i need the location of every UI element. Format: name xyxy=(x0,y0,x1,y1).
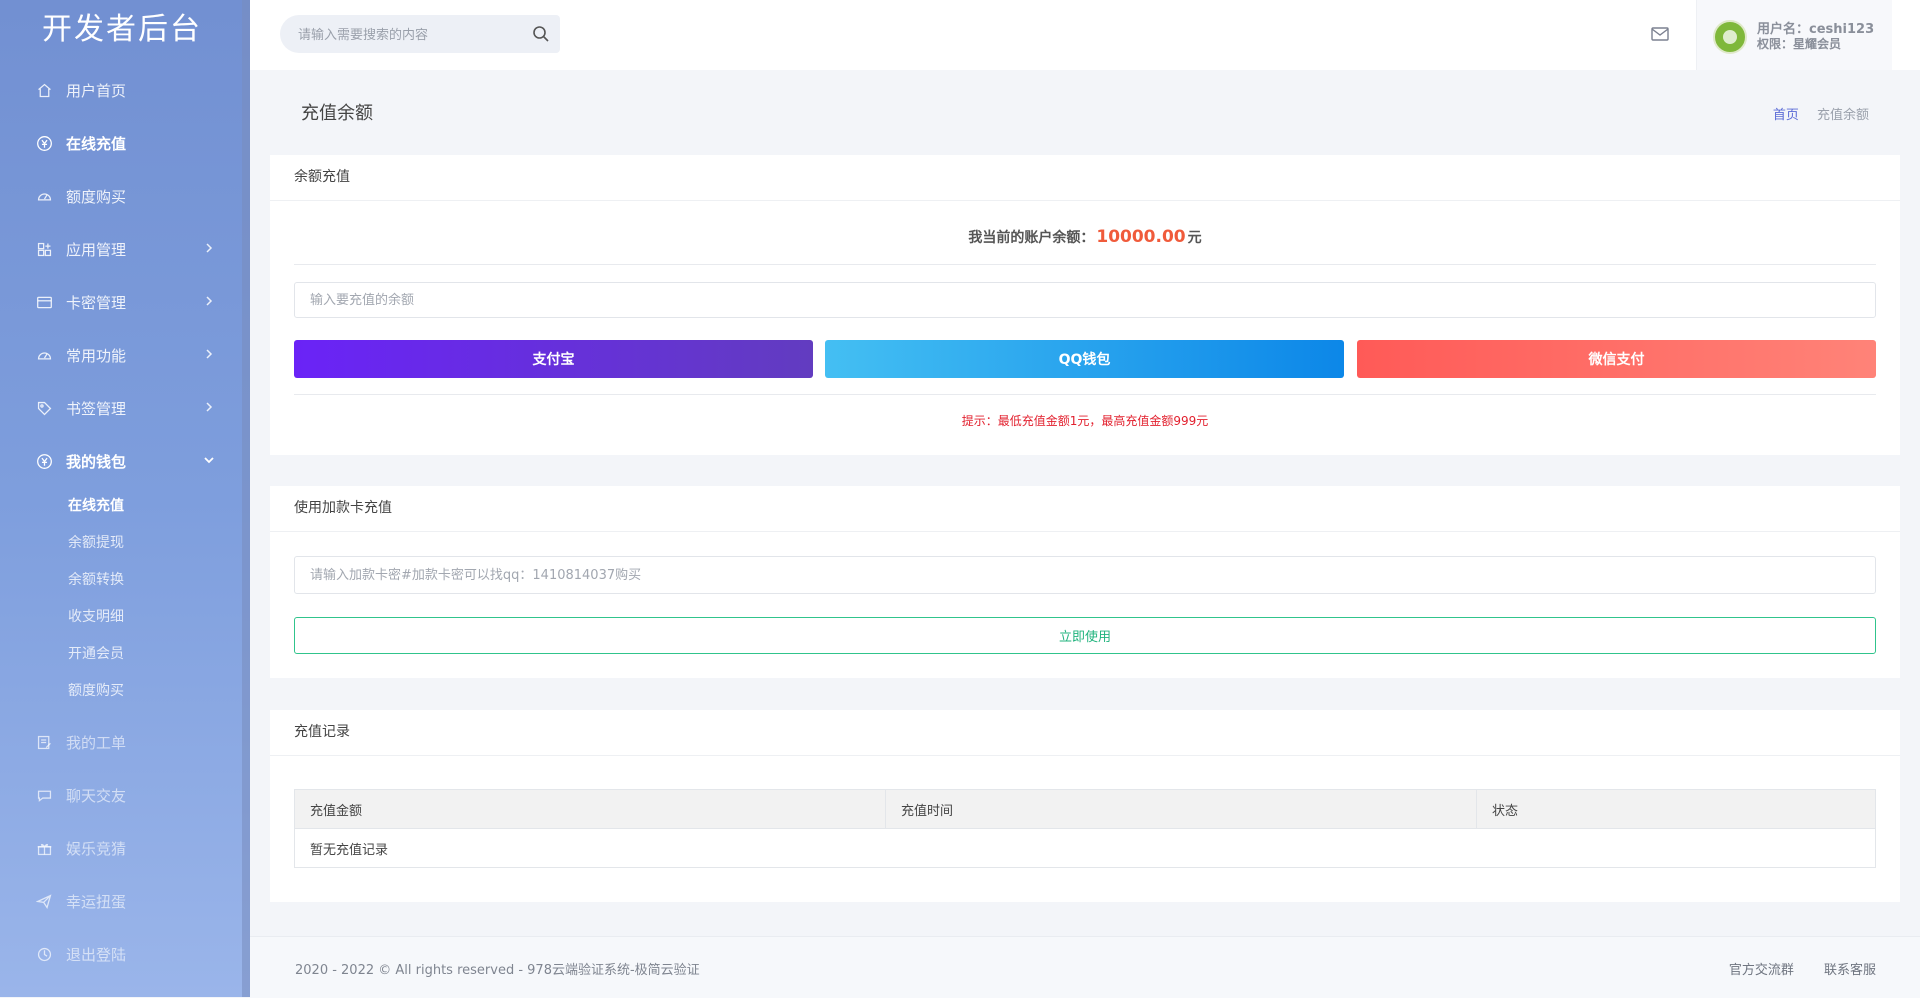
sidebar-item-label: 额度购买 xyxy=(66,188,127,206)
sidebar-item-label: 我的工单 xyxy=(66,734,127,752)
sidebar-item-label: 娱乐竞猜 xyxy=(66,840,127,858)
sidebar-item-label: 在线充值 xyxy=(66,135,127,153)
sidebar-item-app-management[interactable]: 应用管理 xyxy=(0,223,250,276)
chevron-right-icon xyxy=(206,402,213,412)
brand-title: 开发者后台 xyxy=(42,12,202,47)
balance-display: 我当前的账户余额： 10000.00 元 xyxy=(270,227,1900,247)
home-icon xyxy=(34,81,54,101)
chat-icon xyxy=(34,786,54,806)
gift-icon xyxy=(34,839,54,859)
sidebar-item-my-tickets[interactable]: 我的工单 xyxy=(0,716,250,769)
chevron-right-icon xyxy=(206,349,213,359)
gauge-icon xyxy=(34,346,54,366)
sidebar-scrollbar[interactable] xyxy=(242,0,250,997)
sidebar-item-user-home[interactable]: 用户首页 xyxy=(0,64,250,117)
divider xyxy=(294,264,1876,265)
sidebar-item-chat[interactable]: 聊天交友 xyxy=(0,769,250,822)
tag-icon xyxy=(34,399,54,419)
column-header-time: 充值时间 xyxy=(885,789,1477,829)
balance-label: 我当前的账户余额： xyxy=(968,230,1095,246)
breadcrumb-home-link[interactable]: 首页 xyxy=(1773,108,1799,123)
card-recharge-card: 使用加款卡充值 立即使用 xyxy=(270,486,1900,678)
chevron-right-icon xyxy=(206,296,213,306)
submenu-item-withdraw[interactable]: 余额提现 xyxy=(0,525,250,562)
sidebar-item-label: 书签管理 xyxy=(66,400,127,418)
submenu-item-transactions[interactable]: 收支明细 xyxy=(0,599,250,636)
chevron-down-icon xyxy=(204,457,214,464)
page-title: 充值余额 xyxy=(301,103,373,124)
mail-icon[interactable] xyxy=(1650,25,1670,43)
sidebar-item-label: 聊天交友 xyxy=(66,787,127,805)
sidebar-item-label: 卡密管理 xyxy=(66,294,127,312)
submenu-item-membership[interactable]: 开通会员 xyxy=(0,636,250,673)
card-icon xyxy=(34,293,54,313)
card-title: 充值记录 xyxy=(270,710,1900,756)
sidebar-nav: 用户首页 在线充值 额度购买 应用管理 卡密管理 常用功能 书签管理 我的钱包 xyxy=(0,64,250,488)
column-header-status: 状态 xyxy=(1476,789,1876,829)
footer-link-service[interactable]: 联系客服 xyxy=(1824,963,1876,978)
empty-records-message: 暂无充值记录 xyxy=(294,828,1876,868)
ticket-icon xyxy=(34,733,54,753)
table-header-row: 充值金额 充值时间 状态 xyxy=(294,789,1876,829)
card-title: 使用加款卡充值 xyxy=(270,486,1900,532)
user-menu[interactable]: 用户名：ceshi123 权限：星耀会员 xyxy=(1696,0,1892,70)
yen-circle-icon xyxy=(34,134,54,154)
use-now-button[interactable]: 立即使用 xyxy=(294,617,1876,654)
wechat-pay-button[interactable]: 微信支付 xyxy=(1357,340,1876,378)
sidebar-item-entertainment[interactable]: 娱乐竞猜 xyxy=(0,822,250,875)
qq-wallet-button[interactable]: QQ钱包 xyxy=(825,340,1344,378)
search-icon[interactable] xyxy=(532,25,550,43)
divider xyxy=(294,394,1876,395)
sidebar-item-label: 常用功能 xyxy=(66,347,127,365)
wallet-submenu: 在线充值 余额提现 余额转换 收支明细 开通会员 额度购买 xyxy=(0,488,250,716)
balance-value: 10000.00 xyxy=(1096,227,1186,247)
power-icon xyxy=(34,945,54,965)
yen-circle-icon xyxy=(34,452,54,472)
breadcrumb-current: 充值余额 xyxy=(1816,108,1869,123)
search-box xyxy=(280,15,560,55)
sidebar-item-label: 幸运扭蛋 xyxy=(66,893,127,911)
sidebar-item-logout[interactable]: 退出登陆 xyxy=(0,928,250,981)
user-role-label: 权限：星耀会员 xyxy=(1757,37,1842,51)
alipay-button[interactable]: 支付宝 xyxy=(294,340,813,378)
sidebar-item-bookmark-management[interactable]: 书签管理 xyxy=(0,382,250,435)
submenu-item-online-recharge[interactable]: 在线充值 xyxy=(0,488,250,525)
records-table: 充值金额 充值时间 状态 暂无充值记录 xyxy=(294,789,1876,868)
card-title: 余额充值 xyxy=(270,155,1900,201)
table-row: 暂无充值记录 xyxy=(294,828,1876,868)
gauge-icon xyxy=(34,187,54,207)
topbar: 用户名：ceshi123 权限：星耀会员 xyxy=(250,0,1920,70)
column-header-amount: 充值金额 xyxy=(294,789,886,829)
chevron-right-icon xyxy=(206,243,213,253)
sidebar-item-label: 退出登陆 xyxy=(66,946,127,964)
sidebar-item-lucky-gacha[interactable]: 幸运扭蛋 xyxy=(0,875,250,928)
footer: 2020 - 2022 © All rights reserved - 978云… xyxy=(250,936,1920,998)
sidebar-item-label: 应用管理 xyxy=(66,241,127,259)
sidebar-item-online-recharge[interactable]: 在线充值 xyxy=(0,117,250,170)
sidebar: 开发者后台 用户首页 在线充值 额度购买 应用管理 卡密管理 常用功能 书签管理… xyxy=(0,0,250,997)
submenu-item-balance-convert[interactable]: 余额转换 xyxy=(0,562,250,599)
balance-unit: 元 xyxy=(1187,230,1202,246)
balance-recharge-card: 余额充值 我当前的账户余额：10000.00元 支付宝 QQ钱包 微信支付 提示… xyxy=(270,155,1900,455)
sidebar-item-quota-purchase[interactable]: 额度购买 xyxy=(0,170,250,223)
avatar xyxy=(1713,20,1747,54)
sidebar-item-label: 我的钱包 xyxy=(66,453,127,471)
sidebar-item-common-functions[interactable]: 常用功能 xyxy=(0,329,250,382)
sidebar-item-label: 用户首页 xyxy=(66,82,127,100)
copyright: 2020 - 2022 © All rights reserved - 978云… xyxy=(295,963,700,978)
footer-link-group[interactable]: 官方交流群 xyxy=(1729,963,1794,978)
recharge-records-card: 充值记录 充值金额 充值时间 状态 暂无充值记录 xyxy=(270,710,1900,902)
send-icon xyxy=(34,892,54,912)
sidebar-nav-lower: 我的工单 聊天交友 娱乐竞猜 幸运扭蛋 退出登陆 xyxy=(0,716,250,981)
card-key-input[interactable] xyxy=(294,556,1876,594)
recharge-amount-input[interactable] xyxy=(294,282,1876,318)
recharge-tip: 提示：最低充值金额1元，最高充值金额999元 xyxy=(961,414,1209,428)
breadcrumb: 首页 充值余额 xyxy=(1773,104,1869,123)
sidebar-item-my-wallet[interactable]: 我的钱包 xyxy=(0,435,250,488)
footer-links: 官方交流群 联系客服 xyxy=(1703,959,1876,978)
search-input[interactable] xyxy=(296,15,520,55)
sidebar-item-card-management[interactable]: 卡密管理 xyxy=(0,276,250,329)
submenu-item-quota-purchase[interactable]: 额度购买 xyxy=(0,673,250,710)
apps-icon xyxy=(34,240,54,260)
